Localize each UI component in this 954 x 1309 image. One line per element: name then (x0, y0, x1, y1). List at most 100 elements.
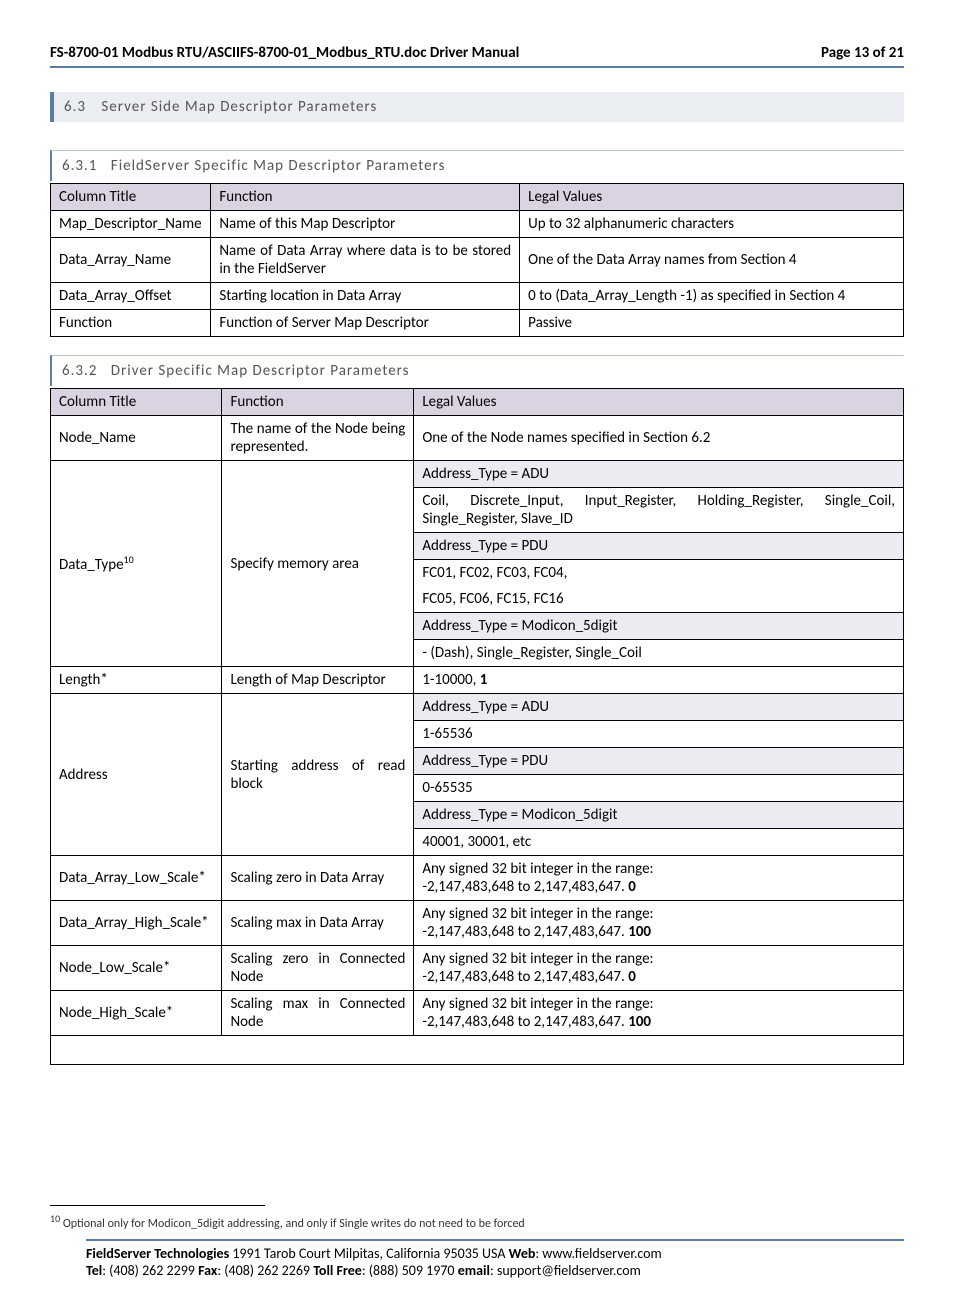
tel-value: : (408) 262 2299 (102, 1262, 198, 1279)
default-value: 100 (628, 1013, 651, 1031)
cell: Data_Array_Name (51, 238, 211, 283)
cell: 1-10000, 1 (414, 667, 904, 694)
cell: Scaling zero in Connected Node (222, 946, 414, 991)
table-row: Data_Array_Offset Starting location in D… (51, 283, 904, 310)
cell: Specify memory area (222, 461, 414, 667)
cell: Data_Array_High_Scale* (51, 901, 222, 946)
value-text: -2,147,483,648 to 2,147,483,647. (422, 1013, 628, 1031)
cell: Any signed 32 bit integer in the range: … (414, 901, 904, 946)
cell: Address_Type = PDU (414, 533, 904, 560)
cell: Data_Array_Low_Scale* (51, 856, 222, 901)
footnote-number: 10 (50, 1212, 60, 1225)
cell: Up to 32 alphanumeric characters (520, 211, 904, 238)
cell: Coil, Discrete_Input, Input_Register, Ho… (414, 488, 904, 533)
cell: 40001, 30001, etc (414, 829, 904, 856)
col-header: Legal Values (414, 389, 904, 416)
cell: 0-65535 (414, 775, 904, 802)
section-6-3-heading: 6.3 Server Side Map Descriptor Parameter… (50, 92, 904, 122)
table-row: Node_Name The name of the Node being rep… (51, 416, 904, 461)
default-value: 100 (628, 923, 651, 941)
col-header: Legal Values (520, 184, 904, 211)
subsection-title: FieldServer Specific Map Descriptor Para… (111, 157, 446, 175)
subsection-title: Driver Specific Map Descriptor Parameter… (111, 362, 410, 380)
value-text: Any signed 32 bit integer in the range: (422, 995, 653, 1013)
tollfree-value: : (888) 509 1970 (362, 1262, 458, 1279)
fieldserver-params-table: Column Title Function Legal Values Map_D… (50, 183, 904, 337)
table-row: Length* Length of Map Descriptor 1-10000… (51, 667, 904, 694)
section-6-3-2-heading: 6.3.2 Driver Specific Map Descriptor Par… (50, 355, 904, 386)
cell: Function (51, 310, 211, 337)
table-row: Function Function of Server Map Descript… (51, 310, 904, 337)
table-header-row: Column Title Function Legal Values (51, 184, 904, 211)
driver-params-table: Column Title Function Legal Values Node_… (50, 388, 904, 1065)
table-row: Data_Array_Name Name of Data Array where… (51, 238, 904, 283)
cell: Scaling zero in Data Array (222, 856, 414, 901)
page-footer: FieldServer Technologies 1991 Tarob Cour… (86, 1239, 904, 1279)
cell: 1-65536 (414, 721, 904, 748)
cell: One of the Data Array names from Section… (520, 238, 904, 283)
cell: Name of this Map Descriptor (211, 211, 520, 238)
cell: Scaling max in Data Array (222, 901, 414, 946)
tollfree-label: Toll Free (313, 1262, 362, 1279)
cell: Any signed 32 bit integer in the range: … (414, 946, 904, 991)
fax-label: Fax (198, 1262, 217, 1279)
default-value: 0 (628, 878, 636, 896)
cell: Data_Type10 (51, 461, 222, 667)
empty-cell (51, 1036, 904, 1065)
cell: Starting address of read block (222, 694, 414, 856)
cell: Scaling max in Connected Node (222, 991, 414, 1036)
cell: Data_Array_Offset (51, 283, 211, 310)
subsection-number: 6.3.2 (62, 362, 97, 380)
company-address: 1991 Tarob Court Milpitas, California 95… (229, 1245, 508, 1262)
cell: FC01, FC02, FC03, FC04, (414, 560, 904, 587)
cell: - (Dash), Single_Register, Single_Coil (414, 640, 904, 667)
section-6-3-1-heading: 6.3.1 FieldServer Specific Map Descripto… (50, 150, 904, 181)
web-value: : www.fieldserver.com (535, 1245, 661, 1262)
table-header-row: Column Title Function Legal Values (51, 389, 904, 416)
footnote-ref: 10 (124, 553, 134, 566)
value-text: -2,147,483,648 to 2,147,483,647. (422, 968, 628, 986)
table-row (51, 1036, 904, 1065)
cell: Address_Type = Modicon_5digit (414, 802, 904, 829)
company-name: FieldServer Technologies (86, 1245, 229, 1262)
cell: Function of Server Map Descriptor (211, 310, 520, 337)
cell: One of the Node names specified in Secti… (414, 416, 904, 461)
table-row: Map_Descriptor_Name Name of this Map Des… (51, 211, 904, 238)
cell: 0 to (Data_Array_Length -1) as specified… (520, 283, 904, 310)
header-page-num: Page 13 of 21 (821, 44, 904, 62)
cell: Address_Type = PDU (414, 748, 904, 775)
cell: Address_Type = Modicon_5digit (414, 613, 904, 640)
tel-label: Tel (86, 1262, 102, 1279)
value-text: -2,147,483,648 to 2,147,483,647. (422, 923, 628, 941)
web-label: Web (509, 1245, 536, 1262)
cell: FC05, FC06, FC15, FC16 (414, 586, 904, 613)
document-page: FS-8700-01 Modbus RTU/ASCIIFS-8700-01_Mo… (0, 0, 954, 1309)
col-header: Column Title (51, 389, 222, 416)
cell: Address_Type = ADU (414, 694, 904, 721)
footer-line-2: Tel: (408) 262 2299 Fax: (408) 262 2269 … (86, 1262, 904, 1279)
table-row: Data_Array_Low_Scale* Scaling zero in Da… (51, 856, 904, 901)
cell: Name of Data Array where data is to be s… (211, 238, 520, 283)
cell: Map_Descriptor_Name (51, 211, 211, 238)
value-text: Any signed 32 bit integer in the range: (422, 860, 653, 878)
table-row: Node_Low_Scale* Scaling zero in Connecte… (51, 946, 904, 991)
section-title: Server Side Map Descriptor Parameters (101, 98, 377, 116)
cell: Starting location in Data Array (211, 283, 520, 310)
subsection-number: 6.3.1 (62, 157, 97, 175)
value-text: Any signed 32 bit integer in the range: (422, 950, 653, 968)
value-text: 1-10000, (422, 671, 479, 689)
table-row: Data_Array_High_Scale* Scaling max in Da… (51, 901, 904, 946)
cell: The name of the Node being represented. (222, 416, 414, 461)
default-value: 1 (480, 671, 488, 689)
cell: Passive (520, 310, 904, 337)
cell: Length* (51, 667, 222, 694)
value-text: -2,147,483,648 to 2,147,483,647. (422, 878, 628, 896)
cell: Node_Low_Scale* (51, 946, 222, 991)
value-text: Any signed 32 bit integer in the range: (422, 905, 653, 923)
cell: Node_High_Scale* (51, 991, 222, 1036)
email-value: : support@fieldserver.com (490, 1262, 641, 1279)
cell: Any signed 32 bit integer in the range: … (414, 991, 904, 1036)
col-header: Function (222, 389, 414, 416)
cell: Any signed 32 bit integer in the range: … (414, 856, 904, 901)
table-row: Data_Type10 Specify memory area Address_… (51, 461, 904, 488)
